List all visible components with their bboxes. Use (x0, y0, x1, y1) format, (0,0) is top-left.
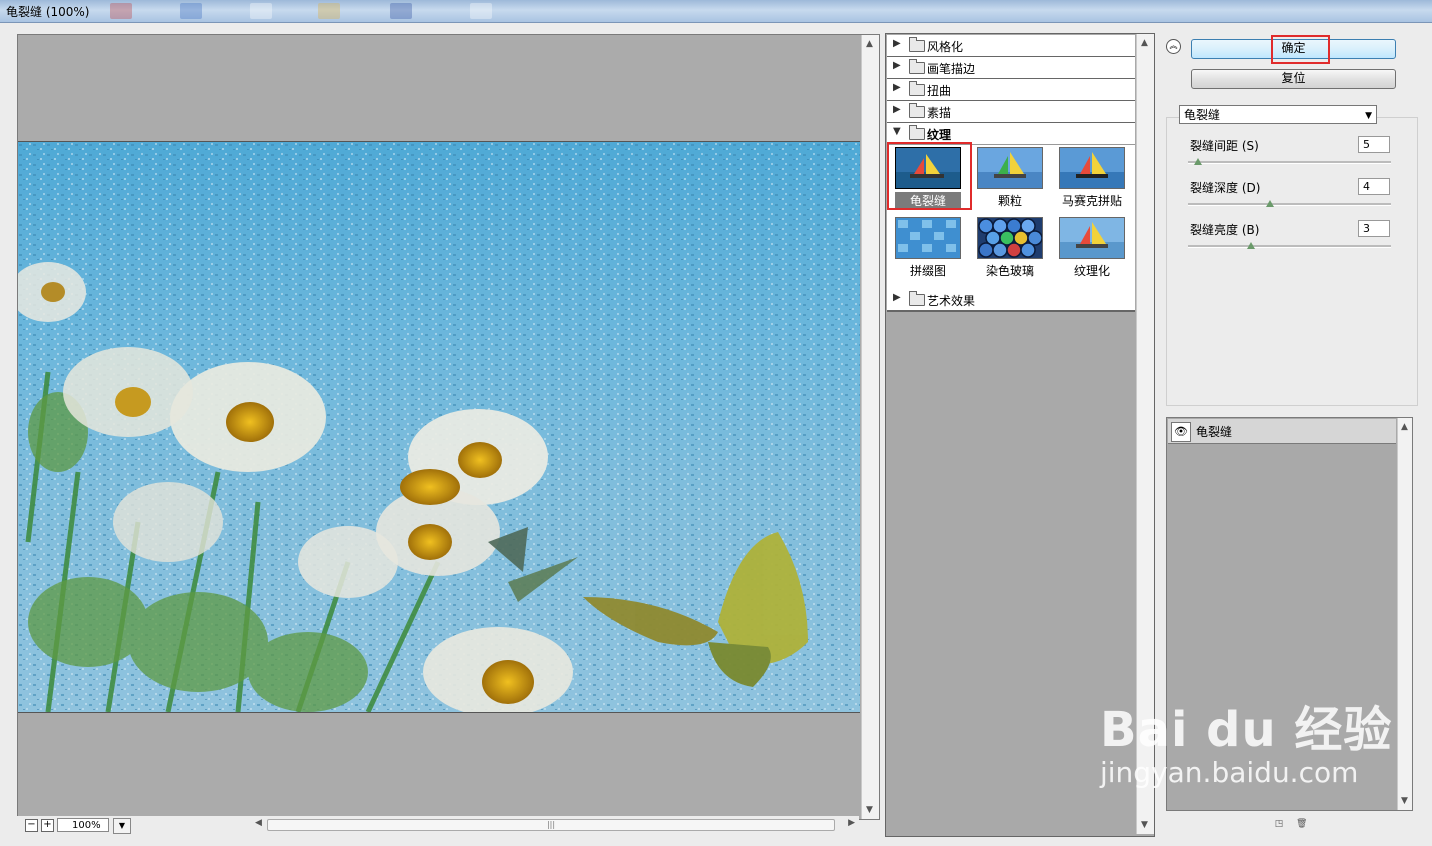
category-label: 艺术效果 (927, 294, 976, 308)
category-artistic[interactable]: ▶ 艺术效果 (887, 289, 1135, 312)
scroll-up-arrow-icon[interactable]: ▲ (1401, 422, 1408, 432)
crack-spacing-slider[interactable] (1188, 158, 1391, 165)
delete-effect-layer-icon[interactable]: 🗑 (1296, 819, 1307, 829)
title-bar: 龟裂缝 (100%) (0, 0, 1432, 23)
category-label: 画笔描边 (927, 62, 976, 76)
param-label-crack-brightness: 裂缝亮度 (B) (1190, 223, 1260, 237)
thumb-image (977, 217, 1043, 259)
taskbar-ghost-icon (180, 3, 202, 19)
window-title: 龟裂缝 (100%) (6, 5, 90, 19)
zoom-in-button[interactable]: + (41, 819, 54, 832)
layers-scrollbar[interactable]: ▲ ▼ (1397, 418, 1412, 810)
folder-icon (909, 81, 925, 96)
collapse-triangle-icon[interactable]: ▼ (893, 126, 901, 137)
thumb-stained-glass[interactable]: 染色玻璃 (977, 217, 1043, 279)
preview-panel: ▲ ▼ (17, 34, 880, 820)
reset-button-label: 复位 (1281, 71, 1306, 85)
expand-triangle-icon[interactable]: ▶ (893, 292, 901, 303)
highlight-ok-button (1271, 35, 1330, 64)
patchwork-thumbnail (896, 218, 960, 258)
highlight-selected-thumb (887, 142, 972, 210)
preview-vertical-scrollbar[interactable]: ▲ ▼ (861, 35, 879, 819)
collapse-gallery-icon[interactable]: ︽ (1166, 39, 1181, 54)
param-label-crack-spacing: 裂缝间距 (S) (1190, 139, 1259, 153)
scroll-thumb[interactable]: ||| (267, 819, 835, 831)
taskbar-ghost-icon (318, 3, 340, 19)
slider-knob[interactable] (1246, 242, 1255, 249)
thumb-image (1059, 147, 1125, 189)
thumb-patchwork[interactable]: 拼缀图 (895, 217, 961, 279)
scroll-right-arrow-icon[interactable]: ▶ (848, 818, 855, 828)
new-effect-layer-icon[interactable]: ◳ (1274, 819, 1284, 829)
taskbar-ghost-icon (110, 3, 132, 19)
category-sketch[interactable]: ▶ 素描 (887, 101, 1135, 124)
taskbar-ghost-icon (470, 3, 492, 19)
folder-icon (909, 103, 925, 118)
crack-depth-slider[interactable] (1188, 200, 1391, 207)
effect-layer-name: 龟裂缝 (1196, 425, 1233, 439)
crack-depth-input[interactable]: 4 (1358, 178, 1390, 195)
folder-icon (909, 37, 925, 52)
thumb-texturizer[interactable]: 纹理化 (1059, 217, 1125, 279)
thumb-label: 马赛克拼贴 (1061, 194, 1122, 208)
expand-triangle-icon[interactable]: ▶ (893, 104, 901, 115)
thumb-image (977, 147, 1043, 189)
scroll-up-arrow-icon[interactable]: ▲ (866, 39, 873, 49)
preview-horizontal-scrollbar[interactable]: ◀ ||| ▶ (253, 817, 857, 832)
category-label: 扭曲 (927, 84, 952, 98)
filter-select[interactable]: 龟裂缝 ▼ (1179, 105, 1377, 124)
scroll-down-arrow-icon[interactable]: ▼ (866, 805, 873, 815)
preview-image[interactable] (18, 141, 860, 713)
expand-triangle-icon[interactable]: ▶ (893, 82, 901, 93)
category-label: 素描 (927, 106, 952, 120)
taskbar-ghost-icon (250, 3, 272, 19)
eye-visibility-icon[interactable]: 👁 (1171, 422, 1191, 442)
taskbar-ghost-icon (390, 3, 412, 19)
crack-brightness-input[interactable]: 3 (1358, 220, 1390, 237)
scroll-down-arrow-icon[interactable]: ▼ (1401, 796, 1408, 806)
scroll-left-arrow-icon[interactable]: ◀ (255, 818, 262, 828)
thumb-mosaic-tiles[interactable]: 马赛克拼贴 (1059, 147, 1125, 209)
slider-knob[interactable] (1193, 158, 1202, 165)
thumb-image (1059, 217, 1125, 259)
scroll-up-arrow-icon[interactable]: ▲ (1141, 38, 1148, 48)
filter-select-value: 龟裂缝 (1184, 108, 1221, 122)
preview-statusbar: − + 100% ▼ ◀ ||| ▶ (17, 816, 859, 836)
expand-triangle-icon[interactable]: ▶ (893, 38, 901, 49)
thumb-label: 拼缀图 (909, 264, 946, 278)
sailboat-thumbnail (1060, 148, 1124, 188)
thumb-image (895, 217, 961, 259)
param-label-crack-depth: 裂缝深度 (D) (1190, 181, 1261, 195)
thumb-label: 纹理化 (1073, 264, 1110, 278)
crack-brightness-slider[interactable] (1188, 242, 1391, 249)
crack-spacing-input[interactable]: 5 (1358, 136, 1390, 153)
thumb-label: 颗粒 (997, 194, 1022, 208)
open-folder-icon (909, 125, 925, 140)
scroll-down-arrow-icon[interactable]: ▼ (1141, 820, 1148, 830)
category-brush-strokes[interactable]: ▶ 画笔描边 (887, 57, 1135, 80)
stained-glass-thumbnail (978, 218, 1042, 258)
sailboat-thumbnail (978, 148, 1042, 188)
image-content (18, 142, 860, 712)
sailboat-thumbnail (1060, 218, 1124, 258)
zoom-out-button[interactable]: − (25, 819, 38, 832)
effect-layers-panel: 👁 龟裂缝 ▲ ▼ (1166, 417, 1413, 811)
category-stylize[interactable]: ▶ 风格化 (887, 35, 1135, 58)
slider-knob[interactable] (1266, 200, 1274, 207)
category-label: 风格化 (927, 40, 964, 54)
category-label: 纹理 (927, 128, 952, 142)
gallery-vertical-scrollbar[interactable]: ▲ ▼ (1136, 34, 1154, 834)
folder-icon (909, 59, 925, 74)
reset-button[interactable]: 复位 (1191, 69, 1396, 89)
thumb-grain[interactable]: 颗粒 (977, 147, 1043, 209)
thumb-label: 染色玻璃 (985, 264, 1034, 278)
zoom-dropdown-icon[interactable]: ▼ (113, 818, 131, 834)
effect-layer-row[interactable]: 👁 龟裂缝 (1168, 419, 1396, 444)
folder-icon (909, 291, 925, 306)
zoom-level-field[interactable]: 100% (57, 818, 109, 832)
expand-triangle-icon[interactable]: ▶ (893, 60, 901, 71)
chevron-down-icon: ▼ (1365, 111, 1372, 121)
category-distort[interactable]: ▶ 扭曲 (887, 79, 1135, 102)
